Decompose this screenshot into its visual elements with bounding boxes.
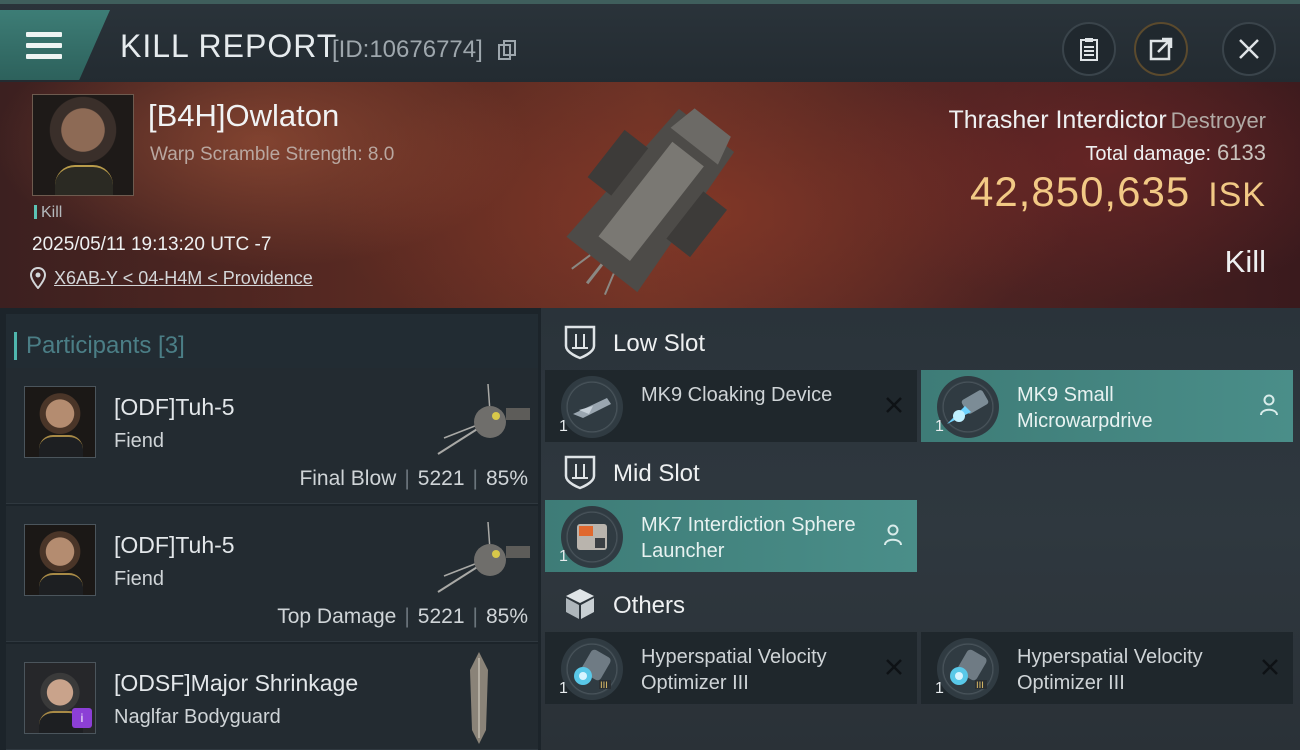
module-name: MK7 Interdiction Sphere Launcher	[641, 514, 856, 562]
clipboard-icon	[1080, 38, 1098, 61]
participant-role: Final Blow	[299, 467, 397, 490]
participant-row[interactable]: [ODF]Tuh-5 Fiend Top Damage | 5221 | 85%	[6, 506, 538, 642]
mid-slot-header: Mid Slot	[545, 442, 1300, 502]
module-qty: 1	[935, 680, 944, 697]
participant-role: Top Damage	[277, 605, 397, 628]
svg-text:III: III	[600, 681, 608, 691]
participant-avatar[interactable]	[24, 524, 96, 596]
participant-row[interactable]: i [ODSF]Major Shrinkage Naglfar Bodyguar…	[6, 644, 538, 750]
clipboard-button[interactable]	[1062, 22, 1116, 76]
participant-ship-image	[470, 652, 488, 744]
isk-amount: 42,850,635	[969, 168, 1191, 215]
victim-avatar[interactable]	[32, 94, 134, 196]
x-icon	[1262, 659, 1278, 675]
participant-damage: 5221	[417, 467, 465, 490]
shield-icon	[564, 325, 596, 360]
victim-ship-name: Thrasher Interdictor Destroyer	[949, 106, 1267, 135]
participant-damage: 5221	[417, 605, 465, 628]
header-bar: KILL REPORT [ID:10676774]	[0, 0, 1300, 82]
svg-text:III: III	[976, 681, 984, 691]
result-label: Kill	[1224, 244, 1266, 279]
module-name: Hyperspatial Velocity Optimizer III	[641, 646, 827, 694]
participant-ship: Naglfar Bodyguard	[114, 706, 281, 728]
participant-stats: Final Blow | 5221 | 85%	[299, 467, 528, 490]
close-button[interactable]	[1222, 22, 1276, 76]
cloaking-device-icon	[561, 376, 623, 438]
participant-percent: 85%	[485, 605, 528, 628]
module-item[interactable]: 1 MK9 Small Microwarpdrive	[921, 370, 1293, 442]
module-qty: 1	[559, 548, 568, 565]
shield-icon	[564, 455, 596, 490]
victim-name[interactable]: [B4H]Owlaton	[148, 98, 339, 134]
location-link[interactable]: X6AB-Y < 04-H4M < Providence	[30, 267, 313, 289]
participants-header: Participants [3]	[6, 314, 538, 372]
copy-icon[interactable]	[498, 40, 516, 60]
low-slot-label: Low Slot	[613, 330, 706, 357]
close-icon	[1239, 39, 1259, 59]
isk-value: 42,850,635 ISK	[970, 168, 1266, 216]
location-text: X6AB-Y < 04-H4M < Providence	[54, 267, 313, 288]
module-qty: 1	[935, 418, 944, 435]
victim-summary: [B4H]Owlaton Warp Scramble Strength: 8.0…	[0, 82, 1300, 308]
participant-ship: Fiend	[114, 430, 165, 452]
participants-panel: Participants [3] [ODF]Tuh-5 Fiend Final …	[0, 308, 541, 750]
participant-ship-image	[437, 521, 530, 593]
participant-badge-icon: i	[72, 708, 92, 728]
ship-class: Destroyer	[1170, 108, 1266, 133]
pilot-icon	[1260, 394, 1278, 416]
participant-percent: 85%	[485, 467, 528, 490]
participant-name: [ODF]Tuh-5	[114, 532, 235, 558]
module-item[interactable]: III 1 Hyperspatial Velocity Optimizer II…	[545, 632, 917, 704]
module-name: MK9 Small Microwarpdrive	[1017, 384, 1153, 432]
module-item[interactable]: III 1 Hyperspatial Velocity Optimizer II…	[921, 632, 1293, 704]
menu-button[interactable]	[0, 10, 110, 80]
damage-label: Total damage:	[1085, 143, 1212, 165]
x-icon	[886, 397, 902, 413]
menu-icon	[26, 32, 62, 65]
box-icon	[566, 589, 594, 619]
participant-name: [ODSF]Major Shrinkage	[114, 670, 359, 696]
participant-name: [ODF]Tuh-5	[114, 394, 235, 420]
others-header: Others	[545, 574, 1300, 634]
others-label: Others	[613, 592, 686, 619]
kill-timestamp: 2025/05/11 19:13:20 UTC -7	[32, 234, 272, 255]
victim-attribute: Warp Scramble Strength: 8.0	[150, 144, 395, 165]
location-pin-icon	[30, 267, 46, 289]
pilot-icon	[884, 524, 902, 546]
share-button[interactable]	[1134, 22, 1188, 76]
participants-label: Participants [3]	[14, 332, 185, 360]
total-damage: Total damage: 6133	[1085, 140, 1266, 166]
velocity-optimizer-icon: III	[937, 638, 999, 700]
participant-avatar[interactable]	[24, 386, 96, 458]
participant-stats: Top Damage | 5221 | 85%	[277, 605, 528, 628]
module-name: Hyperspatial Velocity Optimizer III	[1017, 646, 1203, 694]
microwarpdrive-icon	[937, 376, 999, 438]
x-icon	[886, 659, 902, 675]
low-slot-header: Low Slot	[545, 312, 1300, 372]
page-title: KILL REPORT	[120, 28, 338, 64]
ship-name-text: Thrasher Interdictor	[948, 106, 1167, 134]
report-id: [ID:10676774]	[332, 36, 483, 63]
participant-ship-image	[437, 383, 530, 455]
participant-ship: Fiend	[114, 568, 165, 590]
module-item[interactable]: 1 MK9 Cloaking Device	[545, 370, 917, 442]
module-item[interactable]: 1 MK7 Interdiction Sphere Launcher	[545, 500, 917, 572]
velocity-optimizer-icon: III	[561, 638, 623, 700]
isk-unit: ISK	[1208, 176, 1266, 214]
damage-value: 6133	[1217, 140, 1266, 165]
share-icon	[1149, 37, 1173, 61]
module-name: MK9 Cloaking Device	[641, 384, 833, 406]
participant-row[interactable]: [ODF]Tuh-5 Fiend Final Blow | 5221 | 85%	[6, 368, 538, 504]
kill-tag: Kill	[34, 204, 62, 222]
module-qty: 1	[559, 418, 568, 435]
sphere-launcher-icon	[561, 506, 623, 568]
module-qty: 1	[559, 680, 568, 697]
fitting-panel: Low Slot 1 MK9 Cloaking Device 1 MK9 Sma…	[541, 308, 1300, 750]
mid-slot-label: Mid Slot	[613, 460, 700, 487]
victim-ship-image	[566, 108, 735, 296]
